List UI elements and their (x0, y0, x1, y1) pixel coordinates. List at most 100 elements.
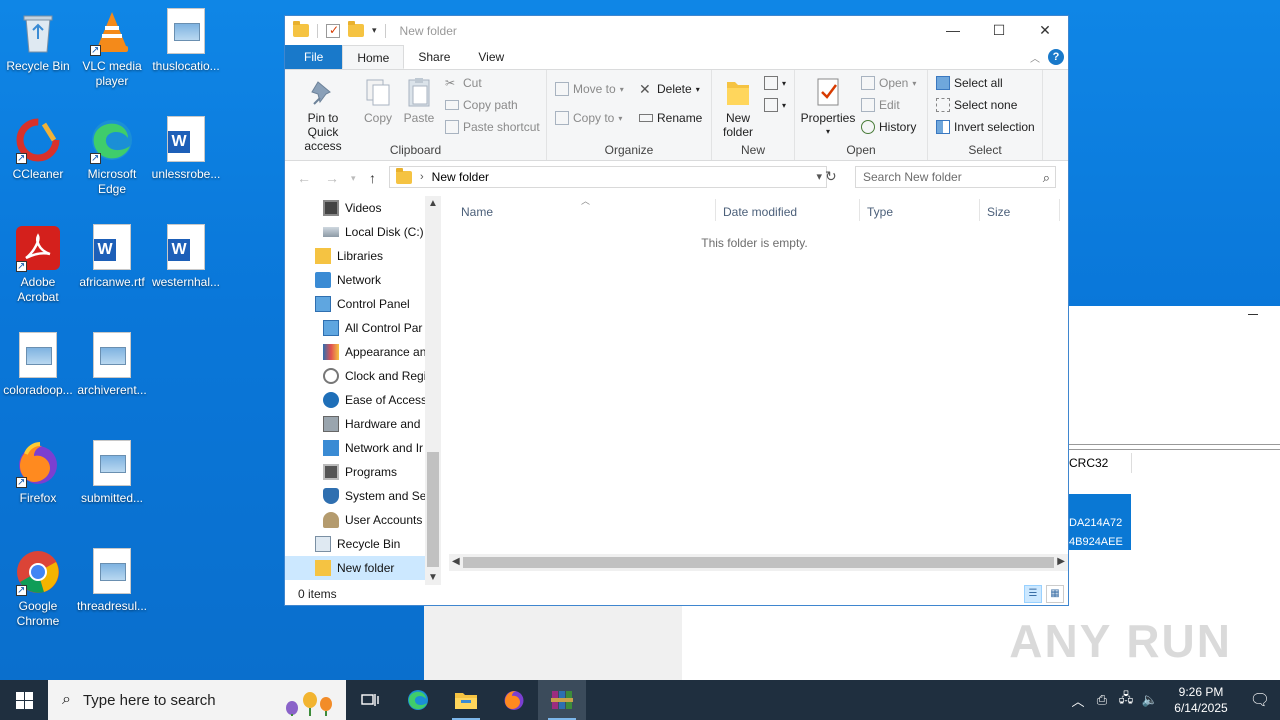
scroll-right-icon[interactable]: ▶ (1057, 556, 1065, 567)
details-view-icon[interactable]: ☰ (1024, 585, 1042, 603)
start-button[interactable] (0, 680, 48, 720)
minimize-icon[interactable] (1248, 314, 1258, 315)
copy-to-button[interactable]: Copy to ▾ (555, 111, 622, 125)
back-button[interactable]: ← (297, 170, 311, 186)
desktop-icon-microsoft-edge[interactable]: Microsoft Edge (74, 116, 150, 197)
address-dropdown-icon[interactable]: ▾ (816, 170, 822, 183)
taskbar-clock[interactable]: 9:26 PM 6/14/2025 (1162, 684, 1240, 716)
paste-button[interactable]: Paste (401, 76, 437, 125)
nav-item-hardware[interactable]: Hardware and (285, 412, 425, 436)
desktop-icon-thuslocatio[interactable]: thuslocatio... (148, 8, 224, 74)
taskbar-search-box[interactable]: ⌕ Type here to search (48, 680, 346, 720)
desktop-icon-coloradoop[interactable]: coloradoop... (0, 332, 76, 398)
paste-shortcut-button[interactable]: Paste shortcut (445, 120, 540, 134)
maximize-button[interactable]: ☐ (976, 16, 1022, 45)
nav-item-clock-region[interactable]: Clock and Regi (285, 364, 425, 388)
column-header-name[interactable]: Name (461, 201, 493, 223)
collapse-ribbon-icon[interactable]: ︿ (1030, 50, 1040, 65)
volume-icon[interactable]: 🔈 (1138, 692, 1162, 708)
edit-button[interactable]: Edit (861, 98, 900, 112)
desktop-icon-submitted[interactable]: submitted... (74, 440, 150, 506)
desktop-icon-unlessrobe[interactable]: W unlessrobe... (148, 116, 224, 182)
desktop-icon-threadresul[interactable]: threadresul... (74, 548, 150, 614)
nav-item-ease-of-access[interactable]: Ease of Access (285, 388, 425, 412)
close-button[interactable]: ✕ (1022, 16, 1068, 45)
pin-to-quick-access-button[interactable]: Pin to Quick access (291, 76, 355, 153)
nav-pane-scrollbar[interactable]: ▲ ▼ (425, 196, 441, 585)
nav-item-user-accounts[interactable]: User Accounts (285, 508, 425, 532)
large-icons-view-icon[interactable]: ▦ (1046, 585, 1064, 603)
horizontal-scrollbar[interactable]: ◀ ▶ (449, 554, 1068, 571)
column-header-size[interactable]: Size (987, 201, 1010, 223)
desktop-icon-recycle-bin[interactable]: Recycle Bin (0, 8, 76, 74)
select-none-button[interactable]: Select none (936, 98, 1017, 112)
scroll-left-icon[interactable]: ◀ (452, 556, 460, 567)
file-list[interactable]: ︿ Name Date modified Type Size This fold… (441, 196, 1068, 585)
column-separator[interactable] (1059, 199, 1060, 221)
file-explorer-window[interactable]: ✓ ▾ New folder — ☐ ✕ File Home Share Vie… (284, 15, 1069, 606)
show-hidden-icons-icon[interactable]: ︿ (1066, 691, 1090, 710)
copy-button[interactable]: Copy (361, 76, 395, 125)
new-folder-icon[interactable] (348, 21, 364, 37)
easy-access-button[interactable]: ▾ (764, 98, 786, 112)
properties-icon[interactable]: ✓ (326, 23, 340, 38)
taskbar-file-explorer[interactable] (442, 680, 490, 720)
properties-button[interactable]: Properties ▾ (799, 76, 857, 139)
column-header-date-modified[interactable]: Date modified (723, 201, 797, 223)
scroll-down-icon[interactable]: ▼ (428, 572, 438, 583)
nav-item-network[interactable]: Network (285, 268, 425, 292)
desktop-icon-africanwe[interactable]: W africanwe.rtf (74, 224, 150, 290)
notifications-icon[interactable]: 🗨 (1240, 690, 1280, 710)
new-item-button[interactable]: ▾ (764, 76, 786, 90)
desktop-icon-ccleaner[interactable]: CCleaner (0, 116, 76, 182)
forward-button[interactable]: → (325, 170, 339, 186)
task-view-button[interactable] (346, 680, 394, 720)
nav-item-videos[interactable]: Videos (285, 196, 425, 220)
tab-file[interactable]: File (285, 45, 343, 69)
taskbar-winrar[interactable] (538, 680, 586, 720)
tab-home[interactable]: Home (342, 45, 405, 69)
select-all-button[interactable]: Select all (936, 76, 1003, 90)
desktop-icon-firefox[interactable]: Firefox (0, 440, 76, 506)
minimize-button[interactable]: — (930, 16, 976, 45)
address-bar[interactable]: › New folder ▾ (389, 166, 827, 188)
desktop-icon-google-chrome[interactable]: Google Chrome (0, 548, 76, 629)
crc32-column-header[interactable]: CRC32 (1069, 456, 1108, 470)
navigation-pane[interactable]: Videos Local Disk (C:) Libraries Network… (285, 196, 441, 585)
recent-locations-icon[interactable]: ▾ (351, 173, 356, 184)
column-separator[interactable] (859, 199, 860, 221)
nav-item-local-disk[interactable]: Local Disk (C:) (285, 220, 425, 244)
new-folder-button[interactable]: New folder (716, 76, 760, 139)
nav-item-network-internet[interactable]: Network and Ir (285, 436, 425, 460)
breadcrumb-item[interactable]: New folder (432, 170, 489, 184)
scrollbar-thumb[interactable] (427, 452, 439, 567)
up-button[interactable]: ↑ (369, 170, 376, 186)
device-icon[interactable]: ⎙ (1090, 692, 1114, 708)
nav-item-programs[interactable]: Programs (285, 460, 425, 484)
cut-button[interactable]: ✂ Cut (445, 76, 482, 90)
copy-path-button[interactable]: Copy path (445, 98, 518, 112)
search-input[interactable]: Search New folder ⌕ (855, 166, 1056, 188)
nav-item-libraries[interactable]: Libraries (285, 244, 425, 268)
history-button[interactable]: History (861, 120, 916, 134)
desktop-icon-vlc[interactable]: VLC media player (74, 8, 150, 89)
column-header-type[interactable]: Type (867, 201, 893, 223)
column-separator[interactable] (979, 199, 980, 221)
nav-item-new-folder[interactable]: New folder (285, 556, 425, 580)
desktop-icon-adobe-acrobat[interactable]: Adobe Acrobat (0, 224, 76, 305)
delete-button[interactable]: ✕ Delete ▾ (639, 82, 700, 96)
nav-item-recycle-bin[interactable]: Recycle Bin (285, 532, 425, 556)
open-button[interactable]: Open ▾ (861, 76, 916, 90)
selected-row[interactable]: DA214A72 4B924AEE (1069, 494, 1131, 550)
desktop-icon-archiverent[interactable]: archiverent... (74, 332, 150, 398)
taskbar-edge[interactable] (394, 680, 442, 720)
taskbar-firefox[interactable] (490, 680, 538, 720)
scroll-up-icon[interactable]: ▲ (428, 198, 438, 209)
title-bar[interactable]: ✓ ▾ New folder — ☐ ✕ (285, 16, 1068, 45)
move-to-button[interactable]: Move to ▾ (555, 82, 624, 96)
scrollbar-thumb[interactable] (463, 557, 1054, 568)
nav-item-system-security[interactable]: System and Se (285, 484, 425, 508)
invert-selection-button[interactable]: Invert selection (936, 120, 1035, 134)
nav-item-control-panel[interactable]: Control Panel (285, 292, 425, 316)
nav-item-all-control-panel[interactable]: All Control Par (285, 316, 425, 340)
